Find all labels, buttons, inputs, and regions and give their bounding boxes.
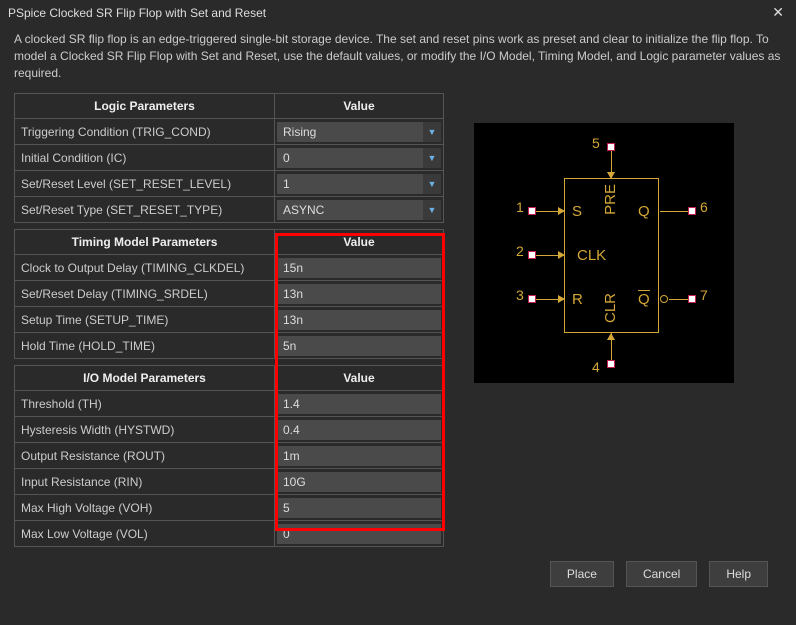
cancel-button[interactable]: Cancel — [626, 561, 697, 587]
description-text: A clocked SR flip flop is an edge-trigge… — [14, 25, 782, 93]
pin-terminal — [688, 207, 696, 215]
param-label: Set/Reset Level (SET_RESET_LEVEL) — [15, 171, 275, 197]
chip-label-clk: CLK — [577, 247, 606, 264]
trig-cond-dropdown[interactable]: Rising▼ — [277, 122, 441, 142]
logic-params-table: Logic Parameters Value Triggering Condit… — [14, 93, 444, 223]
param-label: Output Resistance (ROUT) — [15, 443, 275, 469]
arrow-right-icon — [558, 207, 565, 215]
table-row: Clock to Output Delay (TIMING_CLKDEL) 15… — [15, 255, 444, 281]
param-label: Hysteresis Width (HYSTWD) — [15, 417, 275, 443]
table-row: Hysteresis Width (HYSTWD) 0.4 — [15, 417, 444, 443]
title-bar: PSpice Clocked SR Flip Flop with Set and… — [0, 0, 796, 25]
rout-input[interactable]: 1m — [277, 446, 441, 466]
param-label: Set/Reset Type (SET_RESET_TYPE) — [15, 197, 275, 223]
param-label: Max High Voltage (VOH) — [15, 495, 275, 521]
pin-number: 4 — [592, 359, 600, 375]
param-label: Clock to Output Delay (TIMING_CLKDEL) — [15, 255, 275, 281]
chip-label-clr: CLR — [602, 293, 619, 323]
param-label: Hold Time (HOLD_TIME) — [15, 333, 275, 359]
pin-number: 2 — [516, 243, 524, 259]
table-row: Set/Reset Delay (TIMING_SRDEL) 13n — [15, 281, 444, 307]
pin-terminal — [607, 143, 615, 151]
table-row: Output Resistance (ROUT) 1m — [15, 443, 444, 469]
schematic-panel: 5 PRE 4 CLR 1 S 2 CLK — [474, 93, 782, 547]
schematic-preview: 5 PRE 4 CLR 1 S 2 CLK — [474, 123, 734, 383]
table-row: Set/Reset Type (SET_RESET_TYPE) ASYNC▼ — [15, 197, 444, 223]
table-row: Input Resistance (RIN) 10G — [15, 469, 444, 495]
table-row: Max High Voltage (VOH) 5 — [15, 495, 444, 521]
logic-header: Logic Parameters — [15, 94, 275, 119]
timing-srdel-input[interactable]: 13n — [277, 284, 441, 304]
voh-input[interactable]: 5 — [277, 498, 441, 518]
chip-label-qbar: Q — [638, 291, 650, 308]
timing-params-table: Timing Model Parameters Value Clock to O… — [14, 229, 444, 359]
chip-label-r: R — [572, 291, 583, 308]
th-input[interactable]: 1.4 — [277, 394, 441, 414]
param-label: Input Resistance (RIN) — [15, 469, 275, 495]
io-params-table: I/O Model Parameters Value Threshold (TH… — [14, 365, 444, 547]
param-label: Initial Condition (IC) — [15, 145, 275, 171]
table-row: Max Low Voltage (VOL) 0 — [15, 521, 444, 547]
pin-terminal — [528, 251, 536, 259]
inversion-bubble — [660, 295, 668, 303]
param-label: Triggering Condition (TRIG_COND) — [15, 119, 275, 145]
table-row: Triggering Condition (TRIG_COND) Rising▼ — [15, 119, 444, 145]
arrow-up-icon — [607, 333, 615, 340]
table-row: Threshold (TH) 1.4 — [15, 391, 444, 417]
table-row: Set/Reset Level (SET_RESET_LEVEL) 1▼ — [15, 171, 444, 197]
arrow-right-icon — [558, 251, 565, 259]
value-header: Value — [275, 94, 444, 119]
timing-clkdel-input[interactable]: 15n — [277, 258, 441, 278]
arrow-right-icon — [558, 295, 565, 303]
button-bar: Place Cancel Help — [14, 547, 782, 587]
chevron-down-icon: ▼ — [423, 148, 441, 168]
help-button[interactable]: Help — [709, 561, 768, 587]
value-header: Value — [275, 230, 444, 255]
chip-label-pre: PRE — [602, 184, 619, 215]
pin-number: 3 — [516, 287, 524, 303]
pin-terminal — [607, 360, 615, 368]
timing-header: Timing Model Parameters — [15, 230, 275, 255]
pin-terminal — [528, 207, 536, 215]
io-header: I/O Model Parameters — [15, 366, 275, 391]
param-label: Max Low Voltage (VOL) — [15, 521, 275, 547]
pin-number: 1 — [516, 199, 524, 215]
overbar — [638, 290, 650, 291]
setup-time-input[interactable]: 13n — [277, 310, 441, 330]
table-row: Hold Time (HOLD_TIME) 5n — [15, 333, 444, 359]
param-label: Set/Reset Delay (TIMING_SRDEL) — [15, 281, 275, 307]
pin-terminal — [528, 295, 536, 303]
ic-dropdown[interactable]: 0▼ — [277, 148, 441, 168]
set-reset-type-dropdown[interactable]: ASYNC▼ — [277, 200, 441, 220]
table-row: Initial Condition (IC) 0▼ — [15, 145, 444, 171]
value-header: Value — [275, 366, 444, 391]
window-title: PSpice Clocked SR Flip Flop with Set and… — [8, 6, 266, 20]
set-reset-level-dropdown[interactable]: 1▼ — [277, 174, 441, 194]
close-icon[interactable]: ✕ — [768, 4, 788, 21]
param-label: Threshold (TH) — [15, 391, 275, 417]
vol-input[interactable]: 0 — [277, 524, 441, 544]
table-row: Setup Time (SETUP_TIME) 13n — [15, 307, 444, 333]
rin-input[interactable]: 10G — [277, 472, 441, 492]
pin-number: 7 — [700, 287, 708, 303]
chevron-down-icon: ▼ — [423, 200, 441, 220]
chevron-down-icon: ▼ — [423, 174, 441, 194]
pin-number: 5 — [592, 135, 600, 151]
pin-wire — [669, 299, 690, 300]
place-button[interactable]: Place — [550, 561, 614, 587]
hystwd-input[interactable]: 0.4 — [277, 420, 441, 440]
pin-number: 6 — [700, 199, 708, 215]
chip-label-s: S — [572, 203, 582, 220]
pin-terminal — [688, 295, 696, 303]
arrow-down-icon — [607, 172, 615, 179]
param-label: Setup Time (SETUP_TIME) — [15, 307, 275, 333]
hold-time-input[interactable]: 5n — [277, 336, 441, 356]
parameters-panel: Logic Parameters Value Triggering Condit… — [14, 93, 444, 547]
chevron-down-icon: ▼ — [423, 122, 441, 142]
pin-wire — [660, 211, 690, 212]
chip-label-q: Q — [638, 203, 650, 220]
